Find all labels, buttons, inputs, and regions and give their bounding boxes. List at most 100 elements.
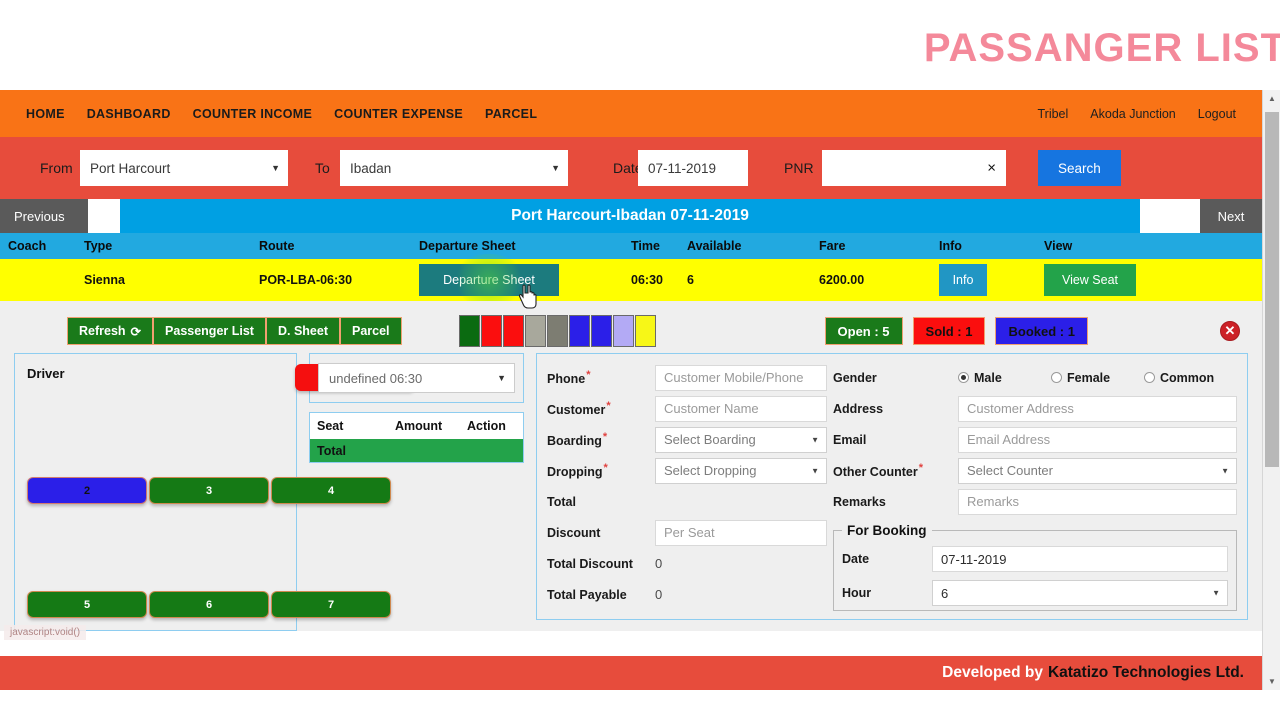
booking-hour-select[interactable]: 6 ▼ — [932, 580, 1228, 606]
d-sheet-button[interactable]: D. Sheet — [265, 317, 340, 345]
legend-swatch — [458, 315, 480, 347]
gender-option-female[interactable]: Female — [1051, 371, 1144, 385]
close-icon[interactable]: ✕ — [1220, 321, 1240, 341]
email-label: Email — [833, 432, 867, 447]
boarding-label: Boarding* — [547, 430, 608, 449]
field-booking-hour: Hour 6 ▼ — [842, 576, 1228, 610]
field-total-discount: Total Discount 0 — [547, 548, 827, 579]
refresh-button[interactable]: Refresh ⟳ — [67, 317, 154, 345]
scroll-down-icon[interactable]: ▼ — [1263, 673, 1280, 690]
legend-swatch — [546, 315, 568, 347]
column-header-view: View — [1044, 239, 1073, 253]
link-status-tooltip: javascript:void() — [4, 625, 87, 640]
trip-select-value: undefined 06:30 — [329, 370, 423, 386]
nav-item-parcel[interactable]: PARCEL — [485, 107, 537, 121]
column-header-action: Action — [467, 419, 506, 433]
booking-date-input[interactable]: 07-11-2019 — [932, 546, 1228, 572]
from-select[interactable]: Port Harcourt ▼ — [80, 150, 288, 186]
from-label: From — [40, 160, 73, 176]
chevron-down-icon: ▼ — [551, 163, 560, 173]
booking-hour-label: Hour — [842, 586, 872, 600]
vertical-scrollbar[interactable]: ▲ ▼ — [1262, 90, 1280, 690]
date-input[interactable]: 07-11-2019 — [638, 150, 748, 186]
boarding-select[interactable]: Select Boarding ▼ — [655, 426, 827, 453]
nav-item-home[interactable]: HOME — [26, 107, 65, 121]
top-navigation-bar: HOME DASHBOARD COUNTER INCOME COUNTER EX… — [0, 90, 1262, 137]
pager-gap-right — [1140, 199, 1200, 233]
nav-item-logout[interactable]: Logout — [1198, 107, 1236, 121]
parcel-button[interactable]: Parcel — [339, 317, 402, 345]
view-seat-button[interactable]: View Seat — [1044, 264, 1136, 296]
nav-item-akoda-junction[interactable]: Akoda Junction — [1090, 107, 1175, 121]
total-payable-value: 0 — [655, 587, 663, 602]
nav-item-tribel[interactable]: Tribel — [1037, 107, 1068, 121]
refresh-icon: ⟳ — [130, 324, 142, 339]
cell-type: Sienna — [84, 273, 125, 287]
search-button[interactable]: Search — [1038, 150, 1121, 186]
remarks-input[interactable]: Remarks — [958, 488, 1237, 515]
seat-3[interactable]: 3 — [149, 477, 269, 504]
pnr-input[interactable]: × — [822, 150, 1006, 186]
discount-input[interactable]: Per Seat — [655, 519, 827, 546]
column-header-seat: Seat — [317, 419, 344, 433]
dropping-select-value: Select Dropping — [664, 463, 757, 478]
status-badge-open: Open : 5 — [824, 317, 903, 345]
customer-label: Customer* — [547, 399, 611, 418]
legend-swatch — [480, 315, 502, 347]
phone-input[interactable]: Customer Mobile/Phone — [655, 364, 827, 391]
seat-2[interactable]: 2 — [27, 477, 147, 504]
cell-time: 06:30 — [631, 273, 663, 287]
cell-route: POR-LBA-06:30 — [259, 273, 353, 287]
seat-5[interactable]: 5 — [27, 591, 147, 618]
gender-option-male[interactable]: Male — [958, 371, 1051, 385]
address-label: Address — [833, 401, 884, 416]
gender-option-common[interactable]: Common — [1144, 371, 1237, 385]
gender-option-male-label: Male — [974, 370, 1002, 385]
radio-icon — [958, 372, 969, 383]
previous-day-button[interactable]: Previous — [0, 199, 88, 233]
nav-item-counter-expense[interactable]: COUNTER EXPENSE — [334, 107, 463, 121]
email-input[interactable]: Email Address — [958, 426, 1237, 453]
customer-input[interactable]: Customer Name — [655, 395, 827, 422]
footer-developed-by: Developed by — [942, 664, 1043, 681]
field-dropping: Dropping* Select Dropping ▼ — [547, 455, 827, 486]
field-gender: Gender Male Female Common — [833, 362, 1237, 393]
column-header-available: Available — [687, 239, 742, 253]
selected-seats-header: Seat Amount Action — [310, 413, 523, 439]
nav-item-counter-income[interactable]: COUNTER INCOME — [193, 107, 312, 121]
passenger-list-button[interactable]: Passenger List — [153, 317, 266, 345]
date-label: Date — [613, 160, 643, 176]
screenshot-root: PASSANGER LIST HOME DASHBOARD COUNTER IN… — [0, 0, 1280, 720]
scrollbar-thumb[interactable] — [1265, 112, 1279, 467]
seat-6[interactable]: 6 — [149, 591, 269, 618]
next-day-button[interactable]: Next — [1200, 199, 1262, 233]
departure-sheet-button[interactable]: Departure Sheet — [419, 254, 559, 306]
app-page: HOME DASHBOARD COUNTER INCOME COUNTER EX… — [0, 90, 1262, 690]
info-button[interactable]: Info — [939, 264, 987, 296]
column-header-fare: Fare — [819, 239, 846, 253]
field-boarding: Boarding* Select Boarding ▼ — [547, 424, 827, 455]
address-input[interactable]: Customer Address — [958, 395, 1237, 422]
nav-item-dashboard[interactable]: DASHBOARD — [87, 107, 171, 121]
chevron-down-icon: ▼ — [497, 373, 506, 383]
seat-4[interactable]: 4 — [271, 477, 391, 504]
dropping-select[interactable]: Select Dropping ▼ — [655, 457, 827, 484]
to-select[interactable]: Ibadan ▼ — [340, 150, 568, 186]
booking-content-area: Refresh ⟳ Passenger List D. Sheet Parcel — [0, 301, 1262, 631]
trip-select[interactable]: undefined 06:30 ▼ — [318, 363, 515, 393]
clear-icon[interactable]: × — [987, 160, 996, 177]
booking-hour-value: 6 — [941, 585, 949, 601]
status-badge-sold: Sold : 1 — [912, 317, 986, 345]
cell-fare: 6200.00 — [819, 273, 865, 287]
field-discount: Discount Per Seat — [547, 517, 827, 548]
status-badge-booked: Booked : 1 — [995, 317, 1088, 345]
action-toolbar: Refresh ⟳ Passenger List D. Sheet Parcel — [14, 311, 1248, 351]
seat-7[interactable]: 7 — [271, 591, 391, 618]
scroll-up-icon[interactable]: ▲ — [1263, 90, 1280, 107]
column-header-type: Type — [84, 239, 113, 253]
field-phone: Phone* Customer Mobile/Phone — [547, 362, 827, 393]
other-counter-select[interactable]: Select Counter ▼ — [958, 457, 1237, 484]
radio-icon — [1051, 372, 1062, 383]
user-nav-links: Tribel Akoda Junction Logout — [1037, 107, 1236, 121]
cart-column: undefined 06:30 ▼ Seat Amount Action Tot… — [309, 353, 524, 463]
